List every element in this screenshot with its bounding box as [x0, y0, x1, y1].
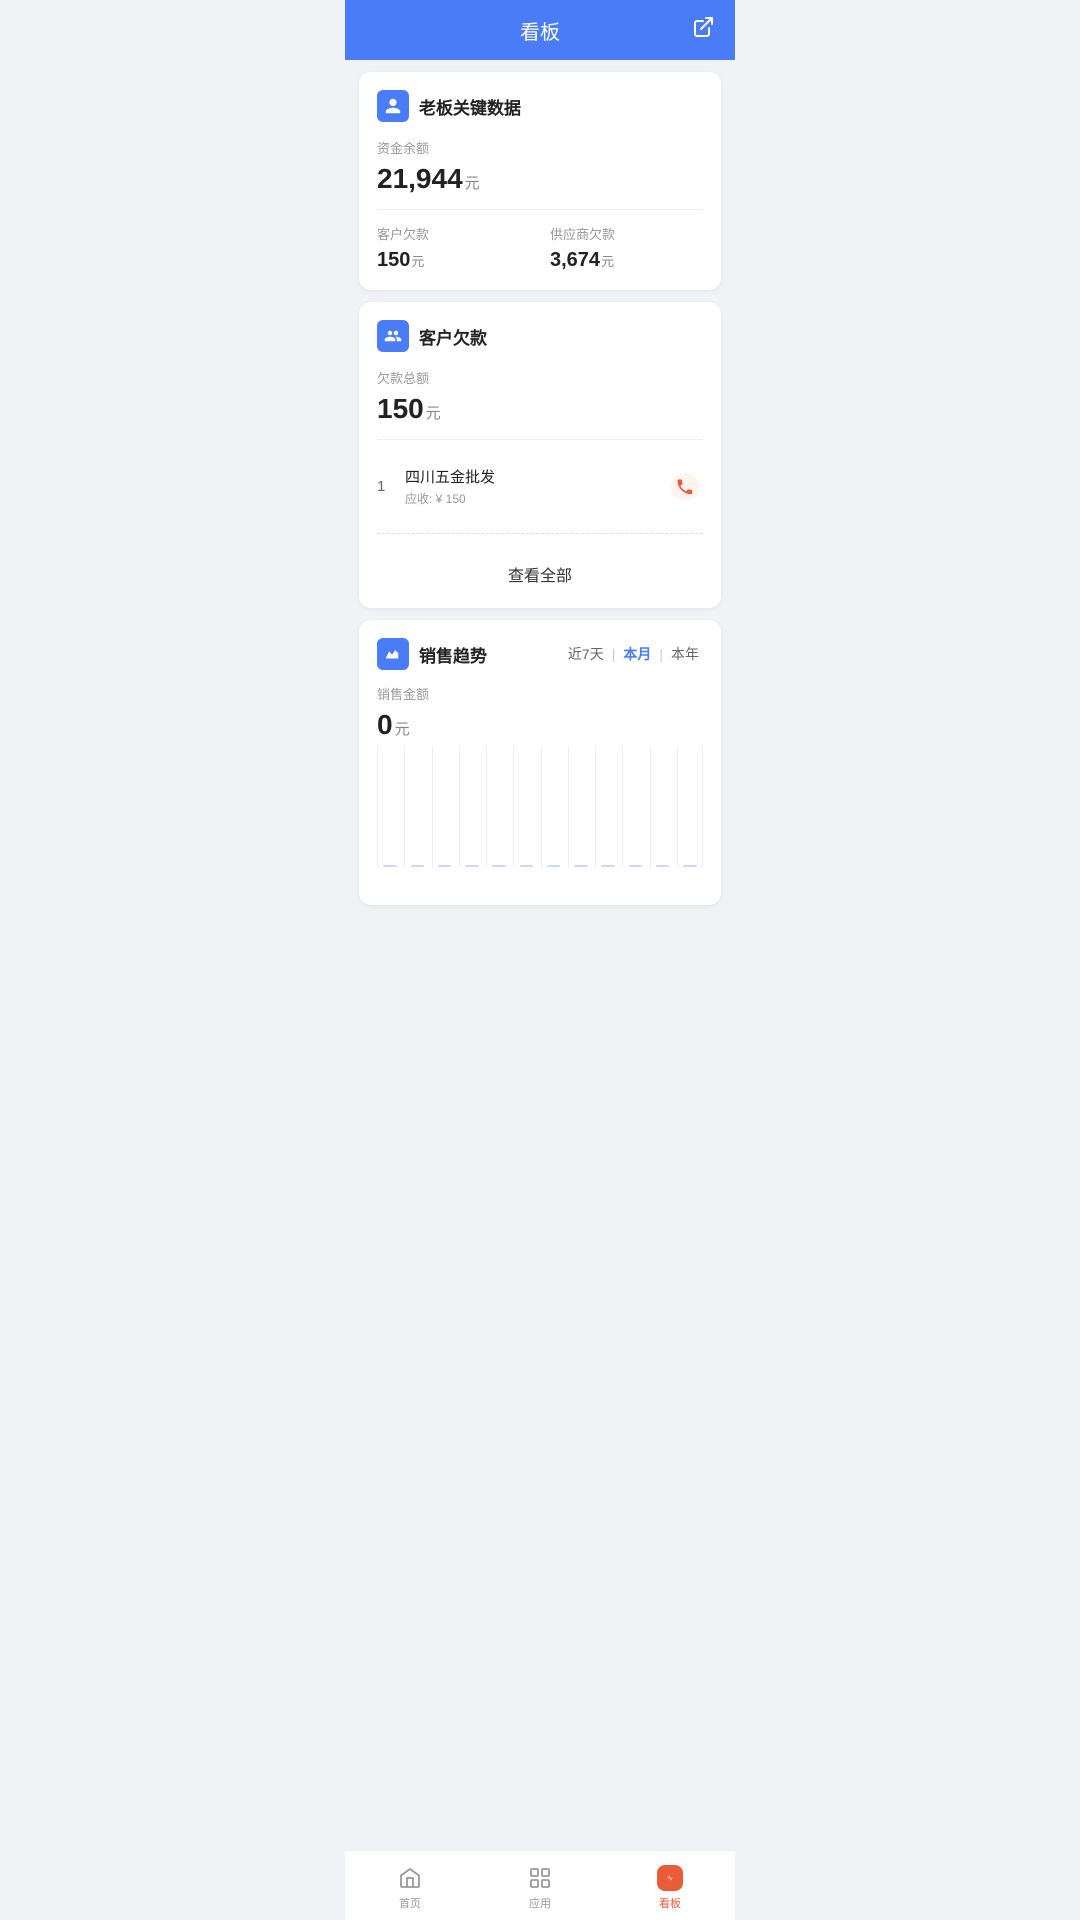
- chart-bar-col: [432, 747, 457, 867]
- fund-label: 资金余额: [377, 138, 703, 157]
- debt-list: 1 四川五金批发 应收: ¥ 150: [377, 454, 703, 519]
- chart-bars: [377, 747, 703, 867]
- chart-bar-col: [541, 747, 566, 867]
- nav-home[interactable]: 首页: [345, 1861, 475, 1911]
- supplier-debt-value: 3,674元: [550, 249, 703, 272]
- nav-apps[interactable]: 应用: [475, 1861, 605, 1911]
- debt-section: 客户欠款 150元 供应商欠款 3,674元: [377, 224, 703, 272]
- chart-bar-col: [568, 747, 593, 867]
- chart-bar-col: [404, 747, 429, 867]
- nav-home-label: 首页: [399, 1895, 421, 1911]
- view-all-button[interactable]: 查看全部: [377, 548, 703, 590]
- nav-apps-label: 应用: [529, 1895, 551, 1911]
- chart-bar-col: [486, 747, 511, 867]
- boss-data-card: 老板关键数据 资金余额 21,944元 客户欠款 150元 供应商欠款 3,67…: [359, 72, 721, 290]
- supplier-debt-label: 供应商欠款: [550, 224, 703, 243]
- sales-trend-header: 销售趋势 近7天 | 本月 | 本年: [377, 638, 703, 670]
- tab-month[interactable]: 本月: [619, 642, 655, 666]
- bottom-nav: 首页 应用 看板: [345, 1850, 735, 1920]
- sales-amount-value: 0元: [377, 709, 703, 741]
- boss-data-header: 老板关键数据: [377, 90, 703, 122]
- nav-dashboard[interactable]: 看板: [605, 1861, 735, 1911]
- chart-bar-col: [622, 747, 647, 867]
- fund-section: 资金余额 21,944元: [377, 138, 703, 195]
- debt-total-section: 欠款总额 150元: [377, 368, 703, 425]
- sales-trend-title: 销售趋势: [419, 642, 487, 667]
- export-icon[interactable]: [691, 15, 715, 45]
- customer-debt-section: 客户欠款 150元: [377, 224, 530, 272]
- chart-bar-col: [459, 747, 484, 867]
- sales-chart: [377, 747, 703, 887]
- fund-value: 21,944元: [377, 163, 703, 195]
- customer-debt-card-title: 客户欠款: [419, 324, 487, 349]
- debt-item-num: 1: [377, 478, 405, 495]
- sales-trend-card: 销售趋势 近7天 | 本月 | 本年 销售金额 0元: [359, 620, 721, 905]
- sales-amount-label: 销售金额: [377, 684, 703, 703]
- debt-list-item: 1 四川五金批发 应收: ¥ 150: [377, 454, 703, 519]
- customer-debt-value: 150元: [377, 249, 530, 272]
- sales-trend-icon: [377, 638, 409, 670]
- debt-item-name: 四川五金批发: [405, 466, 667, 487]
- chart-bar-col: [650, 747, 675, 867]
- header-title: 看板: [520, 16, 560, 45]
- customer-debt-label: 客户欠款: [377, 224, 530, 243]
- dashboard-icon: [657, 1865, 683, 1891]
- chart-bar-col: [377, 747, 402, 867]
- tab-7days[interactable]: 近7天: [564, 642, 608, 666]
- sales-amount-section: 销售金额 0元: [377, 684, 703, 741]
- sales-trend-tabs: 近7天 | 本月 | 本年: [564, 642, 703, 666]
- sales-trend-header-left: 销售趋势: [377, 638, 487, 670]
- boss-icon: [377, 90, 409, 122]
- debt-item-receivable: 应收: ¥ 150: [405, 490, 667, 507]
- debt-item-info: 四川五金批发 应收: ¥ 150: [405, 466, 667, 507]
- chart-bar-col: [595, 747, 620, 867]
- customer-debt-card: 客户欠款 欠款总额 150元 1 四川五金批发 应收: ¥ 150: [359, 302, 721, 608]
- chart-bar-col: [513, 747, 538, 867]
- debt-total-value: 150元: [377, 393, 703, 425]
- chart-bar-col: [677, 747, 703, 867]
- customer-debt-icon: [377, 320, 409, 352]
- boss-data-title: 老板关键数据: [419, 94, 521, 119]
- customer-debt-card-header: 客户欠款: [377, 320, 703, 352]
- tab-year[interactable]: 本年: [667, 642, 703, 666]
- home-icon: [397, 1865, 423, 1891]
- debt-total-label: 欠款总额: [377, 368, 703, 387]
- apps-icon: [527, 1865, 553, 1891]
- call-button[interactable]: [667, 469, 703, 505]
- nav-dashboard-label: 看板: [659, 1895, 681, 1911]
- header: 看板: [345, 0, 735, 60]
- supplier-debt-section: 供应商欠款 3,674元: [550, 224, 703, 272]
